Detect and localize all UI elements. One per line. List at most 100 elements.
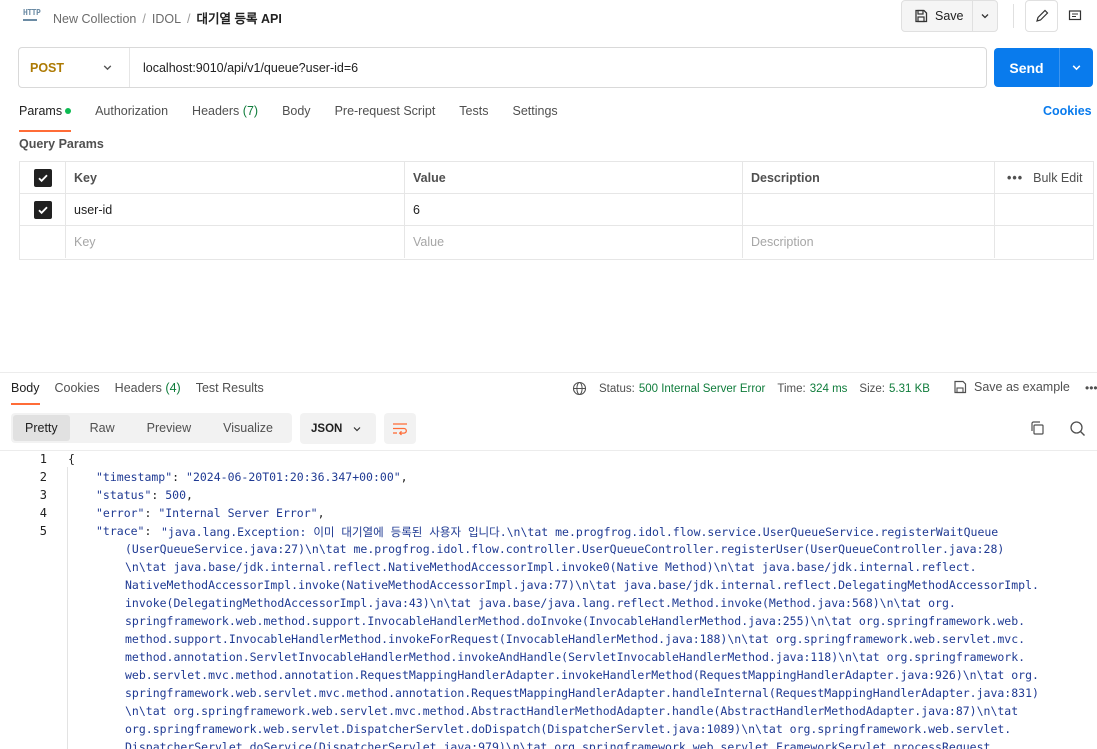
query-params-title: Query Params <box>19 137 104 151</box>
trace-line: (UserQueueService.java:27)\n\tat me.prog… <box>125 542 1005 556</box>
trace-line: "java.lang.Exception: 이미 대기열에 등록된 사용자 입니… <box>161 525 999 539</box>
view-mode-toggle: Pretty Raw Preview Visualize <box>11 413 292 443</box>
chevron-down-icon <box>1072 65 1081 71</box>
checkbox-icon <box>33 201 52 219</box>
view-visualize[interactable]: Visualize <box>211 415 285 441</box>
trace-line: springframework.web.servlet.mvc.method.a… <box>125 686 1039 700</box>
trace-line: org.springframework.web.servlet.Dispatch… <box>125 722 1012 736</box>
view-pretty[interactable]: Pretty <box>13 415 70 441</box>
comment-icon <box>1068 10 1082 21</box>
tab-settings[interactable]: Settings <box>512 104 557 128</box>
response-tab-cookies[interactable]: Cookies <box>55 381 100 395</box>
new-key-input[interactable]: Key <box>66 226 405 258</box>
breadcrumb-collection[interactable]: New Collection <box>53 12 136 26</box>
param-value-input[interactable]: 6 <box>405 194 743 226</box>
status-label: Status: <box>599 382 635 395</box>
param-description-input[interactable] <box>743 194 995 226</box>
comments-button[interactable] <box>1060 0 1090 32</box>
line-number: 4 <box>39 506 47 520</box>
tab-headers[interactable]: Headers (7) <box>192 104 258 128</box>
status-value[interactable]: 500 Internal Server Error <box>639 383 766 395</box>
tab-prerequest-script[interactable]: Pre-request Script <box>335 104 436 128</box>
size-value[interactable]: 5.31 KB <box>889 383 930 395</box>
row-checkbox-empty <box>20 226 66 258</box>
save-options-button[interactable] <box>973 1 997 31</box>
bulk-edit-area: ••• Bulk Edit <box>995 162 1093 194</box>
http-icon: HTTP <box>22 8 42 24</box>
code-line: "error": "Internal Server Error", <box>96 506 325 520</box>
tab-headers-label: Headers <box>192 104 240 118</box>
bulk-edit-button[interactable]: Bulk Edit <box>1033 171 1082 185</box>
trace-line: NativeMethodAccessorImpl.invoke(NativeMe… <box>125 578 1039 592</box>
method-select[interactable]: POST <box>19 48 130 87</box>
request-title[interactable]: 대기열 등록 API <box>197 12 282 26</box>
line-number: 1 <box>39 452 47 466</box>
select-all-checkbox[interactable] <box>20 162 66 194</box>
trace-line: invoke(DelegatingMethodAccessorImpl.java… <box>125 596 956 610</box>
format-select[interactable]: JSON <box>300 413 376 444</box>
save-icon <box>915 9 928 23</box>
json-string: "Internal Server Error" <box>158 506 318 520</box>
tab-body[interactable]: Body <box>282 104 311 128</box>
time-label: Time: <box>777 382 806 395</box>
chevron-down-icon <box>103 65 112 71</box>
url-input[interactable]: localhost:9010/api/v1/queue?user-id=6 <box>130 61 358 75</box>
json-key: "timestamp" <box>96 470 173 484</box>
globe-icon[interactable] <box>572 381 587 396</box>
send-button-group: Send <box>994 48 1093 87</box>
toolbar-divider <box>1013 4 1014 28</box>
trace-line: web.servlet.mvc.method.annotation.Reques… <box>125 668 1039 682</box>
search-button[interactable] <box>1069 420 1086 440</box>
wrap-icon <box>393 422 407 435</box>
save-icon <box>954 380 967 394</box>
save-button-group: Save <box>901 0 998 32</box>
column-value: Value <box>405 162 743 194</box>
pane-divider[interactable] <box>0 372 1097 373</box>
row-checkbox[interactable] <box>20 194 66 226</box>
breadcrumb-folder[interactable]: IDOL <box>152 12 181 26</box>
response-body-editor[interactable]: 1 2 3 4 5 { "timestamp": "2024-06-20T01:… <box>0 450 1097 749</box>
new-description-input[interactable]: Description <box>743 226 995 258</box>
tab-params[interactable]: Params <box>19 104 72 132</box>
copy-button[interactable] <box>1029 420 1045 439</box>
cookies-link[interactable]: Cookies <box>1043 104 1092 118</box>
tab-authorization[interactable]: Authorization <box>95 104 168 128</box>
save-as-example-button[interactable]: Save as example <box>953 380 1070 394</box>
tab-tests[interactable]: Tests <box>459 104 488 128</box>
response-tab-body[interactable]: Body <box>11 381 40 405</box>
row-actions <box>995 194 1093 226</box>
column-key: Key <box>66 162 405 194</box>
time-value[interactable]: 324 ms <box>810 383 848 395</box>
chevron-down-icon <box>981 14 989 19</box>
method-label: POST <box>30 60 65 75</box>
new-value-input[interactable]: Value <box>405 226 743 258</box>
view-raw[interactable]: Raw <box>78 415 127 441</box>
table-header-row: Key Value Description ••• Bulk Edit <box>20 162 1093 194</box>
param-key-input[interactable]: user-id <box>66 194 405 226</box>
format-label: JSON <box>311 422 343 435</box>
response-tab-test-results[interactable]: Test Results <box>196 381 264 395</box>
trace-line: method.support.InvocableHandlerMethod.in… <box>125 632 1026 646</box>
headers-count: (7) <box>242 104 259 118</box>
row-actions <box>995 226 1093 258</box>
column-description: Description <box>743 162 995 194</box>
trace-line: \n\tat java.base/jdk.internal.reflect.Na… <box>125 560 977 574</box>
send-options-button[interactable] <box>1060 48 1093 87</box>
response-tab-headers[interactable]: Headers (4) <box>115 381 181 395</box>
save-as-example-label: Save as example <box>974 380 1070 394</box>
code-line: { <box>68 452 75 466</box>
edit-button[interactable] <box>1025 0 1058 32</box>
more-icon[interactable]: ••• <box>1085 381 1097 395</box>
send-button[interactable]: Send <box>994 48 1060 87</box>
response-tabs: Body Cookies Headers (4) Test Results <box>11 381 279 405</box>
top-bar: HTTP New Collection / IDOL / 대기열 등록 API Save <box>0 0 1097 33</box>
view-preview[interactable]: Preview <box>135 415 203 441</box>
more-icon[interactable]: ••• <box>1007 171 1023 185</box>
json-string: "2024-06-20T01:20:36.347+00:00" <box>186 470 401 484</box>
save-button[interactable]: Save <box>902 1 974 31</box>
table-row: user-id 6 <box>20 194 1093 226</box>
breadcrumb: New Collection / IDOL / 대기열 등록 API <box>53 12 282 26</box>
response-headers-count: (4) <box>165 381 181 395</box>
url-bar: POST localhost:9010/api/v1/queue?user-id… <box>18 47 987 88</box>
wrap-button[interactable] <box>384 413 416 444</box>
